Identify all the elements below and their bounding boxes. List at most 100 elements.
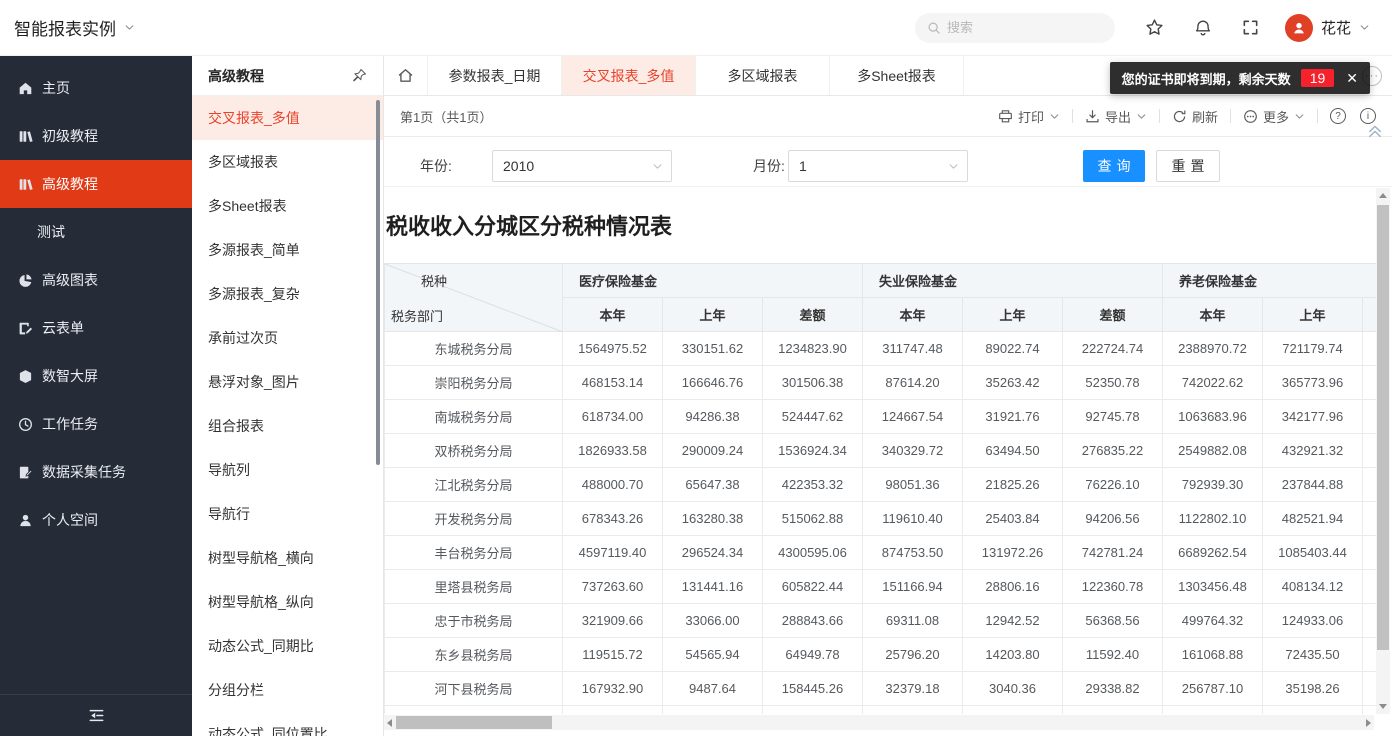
data-cell [1362, 705, 1376, 714]
scroll-left-arrow[interactable] [387, 719, 392, 727]
column-header [1362, 297, 1376, 332]
toolbar-more-button[interactable]: 更多 [1243, 107, 1305, 126]
submenu-item[interactable]: 多源报表_复杂 [192, 272, 383, 316]
column-header: 本年 [562, 297, 663, 332]
close-icon[interactable]: ✕ [1346, 70, 1358, 87]
pin-icon[interactable] [352, 68, 367, 83]
data-cell [1362, 535, 1376, 570]
search-box[interactable] [914, 12, 1115, 43]
submenu-item[interactable]: 分组分栏 [192, 668, 383, 712]
more-icon [1243, 109, 1258, 124]
tab-home[interactable] [384, 56, 428, 95]
fullscreen-icon[interactable] [1242, 19, 1259, 36]
toolbar-download-button[interactable]: 导出 [1085, 107, 1147, 126]
submenu-item[interactable]: 树型导航格_横向 [192, 536, 383, 580]
form-icon [18, 321, 33, 336]
sidebar-item[interactable]: 初级教程 [0, 112, 192, 160]
reset-button[interactable]: 重置 [1156, 150, 1220, 182]
sidebar-collapse-button[interactable] [0, 694, 192, 736]
data-cell: 432921.32 [1262, 433, 1363, 468]
month-value: 1 [799, 158, 807, 174]
sidebar-item[interactable]: 测试 [0, 208, 192, 256]
column-header: 差额 [762, 297, 863, 332]
search-input[interactable] [946, 20, 1087, 35]
vertical-scrollbar[interactable] [1376, 188, 1390, 714]
data-cell: 276835.22 [1062, 433, 1163, 468]
data-cell: 1122802.10 [1162, 501, 1263, 536]
data-cell: 131441.16 [662, 569, 763, 604]
data-cell [1362, 467, 1376, 502]
sidebar-item[interactable]: 主页 [0, 64, 192, 112]
submenu-item[interactable]: 多源报表_简单 [192, 228, 383, 272]
data-cell: 488000.70 [562, 467, 663, 502]
sidebar-item-label: 初级教程 [42, 128, 98, 144]
data-cell: 515062.88 [762, 501, 863, 536]
submenu-item[interactable]: 导航列 [192, 448, 383, 492]
bell-icon[interactable] [1194, 19, 1212, 37]
submenu-item[interactable]: 动态公式_同期比 [192, 624, 383, 668]
query-button[interactable]: 查询 [1083, 150, 1145, 182]
tab[interactable]: 参数报表_日期 [428, 56, 562, 95]
report-table: 税种 税务部门 医疗保险基金 失业保险基金 养老保险基金 本年 上年 差额 本年 上年 差额 本年 上年… [384, 263, 1376, 714]
submenu-item[interactable]: 悬浮对象_图片 [192, 360, 383, 404]
submenu-item[interactable]: 承前过次页 [192, 316, 383, 360]
data-cell: 340329.72 [862, 433, 963, 468]
app-switcher[interactable]: 智能报表实例 [0, 15, 135, 40]
vertical-scrollbar-thumb[interactable] [1377, 205, 1389, 650]
double-chevron-up-icon[interactable] [1366, 122, 1384, 140]
month-select[interactable]: 1 [788, 150, 968, 182]
sidebar-item[interactable]: 高级教程 [0, 160, 192, 208]
chevron-down-icon [1136, 111, 1147, 122]
submenu-item[interactable]: 组合报表 [192, 404, 383, 448]
row-header-cell: 忠于市税务局 [384, 603, 563, 638]
sidebar-item[interactable]: 个人空间 [0, 496, 192, 544]
scroll-down-arrow[interactable] [1379, 704, 1387, 709]
submenu-item[interactable]: 多区域报表 [192, 140, 383, 184]
submenu-item[interactable]: 树型导航格_纵向 [192, 580, 383, 624]
horizontal-scrollbar-thumb[interactable] [396, 716, 552, 729]
column-header: 本年 [1162, 297, 1263, 332]
data-cell: 119515.72 [562, 637, 663, 672]
data-cell [1362, 399, 1376, 434]
data-cell: 89133.96 [662, 705, 763, 714]
table-row: 里塔县税务局 737263.60 131441.16 605822.44 151166.… [384, 569, 1376, 604]
sidebar-item[interactable]: 工作任务 [0, 400, 192, 448]
secondary-sidebar-scrollbar[interactable] [376, 100, 380, 465]
help-button[interactable]: ? [1330, 108, 1346, 124]
data-cell: 76226.10 [1062, 467, 1163, 502]
sidebar-item-label: 数据采集任务 [42, 464, 126, 480]
scroll-up-arrow[interactable] [1379, 193, 1387, 198]
data-cell: 29338.82 [1062, 671, 1163, 706]
user-menu[interactable]: 花花 [1284, 13, 1370, 42]
toolbar-divider [1071, 109, 1073, 123]
star-icon[interactable] [1145, 18, 1164, 37]
sidebar-item[interactable]: 高级图表 [0, 256, 192, 304]
data-cell: 1826933.58 [562, 433, 663, 468]
data-cell: 63494.50 [962, 433, 1063, 468]
scroll-right-arrow[interactable] [1366, 719, 1371, 727]
data-cell: 3040.36 [962, 671, 1063, 706]
submenu-item[interactable]: 动态公式_同位置比 [192, 712, 383, 736]
tab[interactable]: 多Sheet报表 [830, 56, 964, 95]
sidebar-item[interactable]: 数据采集任务 [0, 448, 192, 496]
sidebar-item[interactable]: 数智大屏 [0, 352, 192, 400]
submenu-item[interactable]: 交叉报表_多值 [192, 96, 383, 140]
tab[interactable]: 交叉报表_多值 [562, 56, 696, 95]
data-cell: 311747.48 [862, 331, 963, 366]
toolbar-refresh-button[interactable]: 刷新 [1172, 107, 1218, 126]
submenu-item[interactable]: 导航行 [192, 492, 383, 536]
data-cell: 422353.32 [762, 467, 863, 502]
tab[interactable]: 多区域报表 [696, 56, 830, 95]
data-cell: 2549882.08 [1162, 433, 1263, 468]
column-group-header: 失业保险基金 [862, 263, 1163, 298]
horizontal-scrollbar[interactable] [384, 715, 1374, 730]
submenu-item[interactable]: 多Sheet报表 [192, 184, 383, 228]
toolbar-printer-button[interactable]: 打印 [998, 107, 1060, 126]
data-cell: 618039.94 [862, 705, 963, 714]
toast-days-badge: 19 [1300, 69, 1335, 87]
row-header-cell: 东乡县税务局 [384, 637, 563, 672]
sidebar-item[interactable]: 云表单 [0, 304, 192, 352]
year-select[interactable]: 2010 [492, 150, 672, 182]
data-cell: 237844.88 [1262, 467, 1363, 502]
report-toolbar: 第1页（共1页） 打印 导出 刷新 更多? i [384, 96, 1392, 137]
